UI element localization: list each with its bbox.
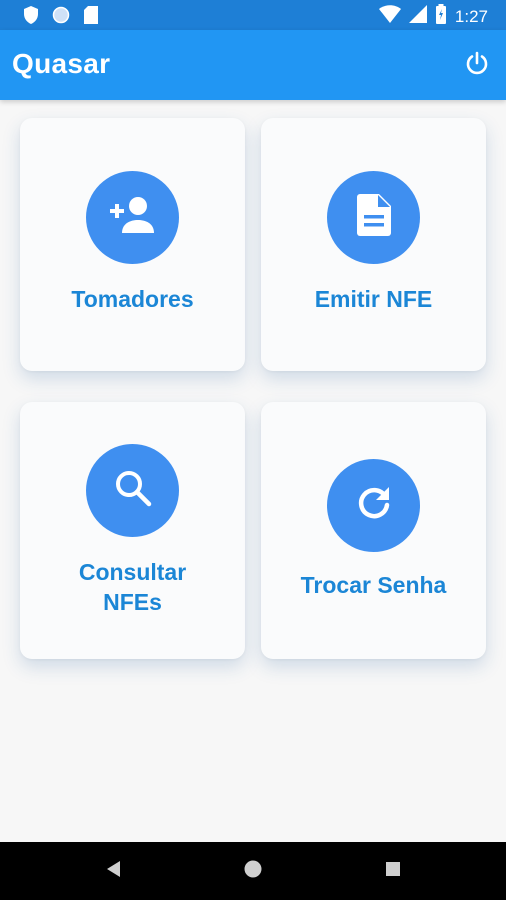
tomadores-label: Tomadores bbox=[71, 286, 194, 312]
refresh-icon bbox=[354, 483, 394, 528]
system-nav-bar bbox=[0, 842, 506, 900]
wifi-icon bbox=[378, 5, 401, 28]
consultar-nfes-label-line2: NFEs bbox=[103, 589, 162, 615]
back-icon bbox=[105, 860, 121, 883]
emitir-nfe-icon-circle bbox=[327, 171, 420, 264]
consultar-nfes-label: Consultar NFEs bbox=[20, 557, 245, 617]
consultar-nfes-label-line1: Consultar bbox=[78, 559, 187, 585]
signal-icon bbox=[408, 5, 427, 28]
app-title: Quasar bbox=[12, 48, 111, 79]
back-button[interactable] bbox=[100, 858, 126, 884]
circle-icon bbox=[52, 6, 70, 29]
trocar-senha-label: Trocar Senha bbox=[300, 572, 447, 598]
time-text: 1:27 bbox=[454, 6, 488, 26]
trocar-senha-icon-circle bbox=[327, 459, 420, 552]
consultar-nfes-card[interactable]: Consultar NFEs bbox=[20, 402, 245, 659]
emitir-nfe-label: Emitir NFE bbox=[314, 286, 433, 312]
app-bar: Quasar bbox=[0, 30, 506, 100]
search-icon bbox=[113, 468, 153, 513]
power-icon bbox=[464, 50, 490, 81]
shield-icon bbox=[24, 6, 38, 29]
tomadores-card[interactable]: Tomadores bbox=[20, 118, 245, 371]
home-icon bbox=[243, 859, 263, 884]
emitir-nfe-card[interactable]: Emitir NFE bbox=[261, 118, 486, 371]
logout-button[interactable] bbox=[462, 50, 492, 80]
status-bar: 1:27 bbox=[0, 0, 506, 30]
person-add-icon bbox=[107, 195, 159, 240]
trocar-senha-card[interactable]: Trocar Senha bbox=[261, 402, 486, 659]
document-icon bbox=[356, 194, 391, 241]
recents-button[interactable] bbox=[380, 858, 406, 884]
consultar-nfes-icon-circle bbox=[86, 444, 179, 537]
sd-card-icon bbox=[84, 6, 98, 29]
recents-icon bbox=[385, 861, 401, 882]
home-button[interactable] bbox=[240, 858, 266, 884]
tomadores-icon-circle bbox=[86, 171, 179, 264]
battery-icon bbox=[435, 4, 447, 29]
